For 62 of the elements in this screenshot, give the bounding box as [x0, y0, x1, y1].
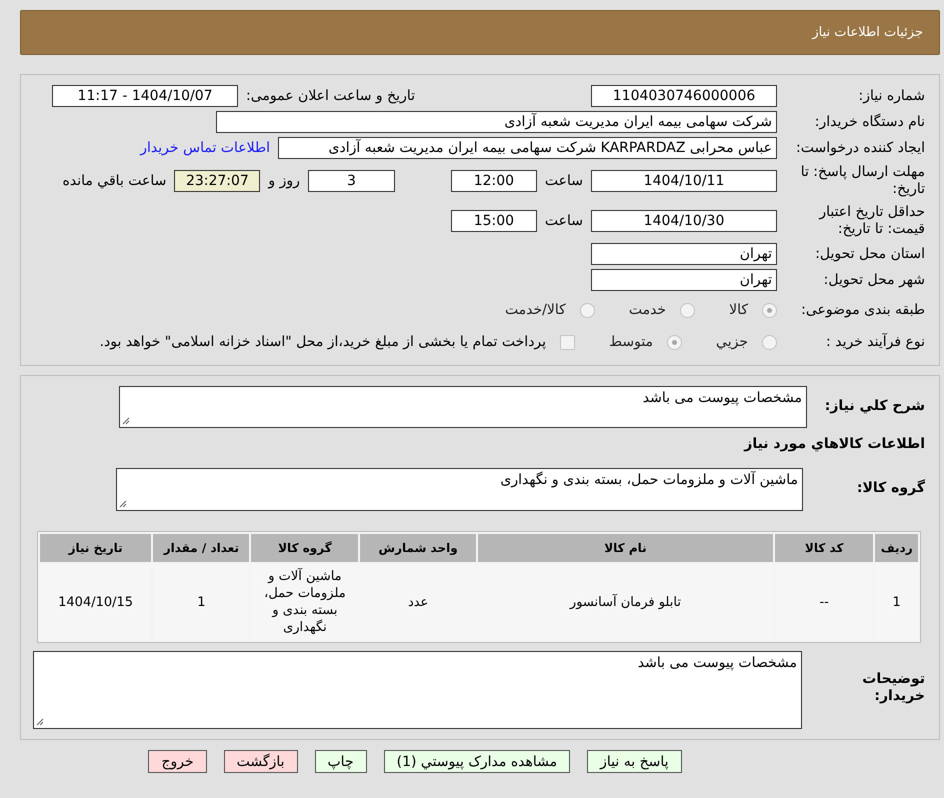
resize-grip-icon[interactable]: [119, 500, 127, 508]
column-header: واحد شمارش: [360, 534, 476, 562]
text-field[interactable]: 1404/10/11: [591, 170, 777, 192]
radio-button[interactable]: [762, 334, 777, 350]
text-field[interactable]: 1404/10/07 - 11:17: [52, 85, 238, 107]
field-label: تاریخ و ساعت اعلان عمومی:: [246, 88, 415, 104]
resize-grip-icon[interactable]: [122, 417, 130, 425]
radio-button[interactable]: [762, 302, 777, 318]
column-header: ردیف: [875, 534, 918, 562]
field-label: مهلت ارسال پاسخ: تا تاریخ:: [800, 164, 926, 198]
action-button[interactable]: مشاهده مدارک پیوستي (1): [384, 750, 570, 773]
option-label: کالا/خدمت: [504, 302, 566, 318]
field-label: روز و: [268, 173, 300, 189]
column-header: تاریخ نیاز: [40, 534, 152, 562]
text-field[interactable]: 12:00: [450, 170, 537, 192]
field-label: ساعت: [544, 173, 583, 189]
text-field[interactable]: تهران: [591, 269, 777, 291]
field-label: حداقل تاریخ اعتبار قیمت: تا تاریخ:: [818, 204, 926, 238]
option-label: کالا: [729, 302, 748, 318]
column-header: گروه کالا: [251, 534, 358, 562]
text-field[interactable]: تهران: [591, 243, 777, 265]
action-button[interactable]: چاپ: [314, 750, 367, 773]
action-button[interactable]: خروج: [148, 750, 207, 773]
resize-grip-icon[interactable]: [36, 718, 44, 726]
option-label: خدمت: [628, 302, 666, 318]
field-label: ایجاد کننده درخواست:: [795, 140, 926, 156]
page-title: جزئیات اطلاعات نیاز: [812, 25, 923, 40]
field-label: گروه کالا:: [856, 478, 926, 497]
column-header: نام کالا: [478, 534, 773, 562]
column-header: کد کالا: [775, 534, 874, 562]
field-label: توضیحات خریدار:: [861, 670, 926, 705]
text-field[interactable]: عباس محرابی KARPARDAZ شرکت سهامی بیمه ایران مدیریت شعبه آزادی: [278, 137, 777, 159]
text-field[interactable]: 15:00: [450, 210, 537, 232]
text-area[interactable]: مشخصات پیوست می باشد: [33, 651, 802, 729]
column-header: تعداد / مقدار: [153, 534, 250, 562]
field-label: ساعت: [544, 213, 583, 229]
radio-button[interactable]: [580, 302, 595, 318]
radio-button[interactable]: [680, 302, 696, 318]
contact-link[interactable]: اطلاعات تماس خریدار: [140, 140, 270, 156]
text-field[interactable]: شرکت سهامی بیمه ایران مدیریت شعبه آزادی: [216, 111, 777, 133]
field-label: شماره نیاز:: [858, 88, 926, 104]
section-heading: اطلاعات کالاهاي مورد نیاز: [742, 436, 926, 452]
action-button[interactable]: بازگشت: [224, 750, 298, 773]
option-label: متوسط: [609, 334, 654, 350]
checkbox[interactable]: [560, 334, 576, 350]
option-label: جزيي: [716, 334, 748, 350]
text-field[interactable]: 3: [308, 170, 395, 192]
radio-button[interactable]: [667, 334, 682, 350]
field-label: طبقه بندی موضوعی:: [800, 302, 926, 318]
field-label: ساعت باقي مانده: [62, 173, 166, 189]
text-field[interactable]: 1404/10/30: [591, 210, 777, 232]
field-label: نام دستگاه خریدار:: [814, 114, 926, 130]
field-label: شرح کلي نیاز:: [824, 397, 926, 415]
field-label: نوع فرآیند خرید :: [825, 334, 926, 350]
option-label: پرداخت تمام یا بخشی از مبلغ خرید،از محل "اسناد خزانه اسلامی" خواهد بود.: [100, 334, 546, 350]
text-area[interactable]: ماشین آلات و ملزومات حمل، بسته بندی و نگهداری: [116, 468, 803, 511]
action-button[interactable]: پاسخ به نیاز: [587, 750, 682, 773]
text-area[interactable]: مشخصات پیوست می باشد: [119, 386, 807, 428]
field-label: استان محل تحویل:: [814, 246, 926, 262]
text-field[interactable]: 1104030746000006: [591, 85, 777, 107]
text-field[interactable]: 23:27:07: [174, 170, 260, 192]
field-label: شهر محل تحویل:: [822, 272, 926, 288]
